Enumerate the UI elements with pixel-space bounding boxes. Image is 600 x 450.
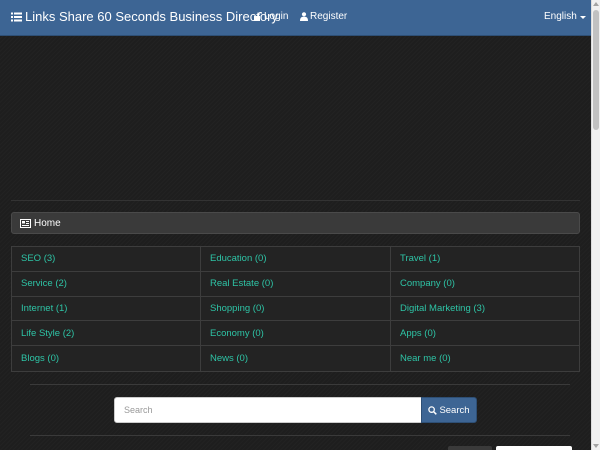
category-grid: SEO (3) Education (0) Travel (1) Service… xyxy=(11,246,580,372)
language-label: English xyxy=(544,11,577,22)
category-link-apps[interactable]: Apps (0) xyxy=(391,321,579,347)
category-link-service[interactable]: Service (2) xyxy=(12,271,201,297)
search-button-label: Search xyxy=(439,404,470,416)
category-link-company[interactable]: Company (0) xyxy=(391,272,579,297)
category-link-blogs[interactable]: Blogs (0) xyxy=(12,346,201,371)
category-link-education[interactable]: Education (0) xyxy=(201,247,391,272)
search-button[interactable]: Search xyxy=(421,397,477,423)
lock-icon xyxy=(254,12,264,21)
login-link[interactable]: Login xyxy=(254,11,288,22)
scroll-down-arrow-icon[interactable] xyxy=(593,444,599,448)
search-icon xyxy=(428,405,439,415)
partial-input[interactable] xyxy=(496,446,572,450)
search-input[interactable] xyxy=(114,397,422,423)
category-link-real-estate[interactable]: Real Estate (0) xyxy=(201,271,391,297)
category-link-news[interactable]: News (0) xyxy=(201,346,391,371)
category-link-internet[interactable]: Internet (1) xyxy=(12,296,201,322)
category-link-digital-marketing[interactable]: Digital Marketing (3) xyxy=(391,297,579,322)
category-link-near-me[interactable]: Near me (0) xyxy=(391,346,579,371)
scrollbar[interactable] xyxy=(591,0,600,450)
brand-link[interactable]: Links Share 60 Seconds Business Director… xyxy=(11,9,278,24)
user-icon xyxy=(300,12,310,21)
breadcrumb-home[interactable]: Home xyxy=(34,218,61,229)
divider xyxy=(30,435,570,436)
caret-down-icon xyxy=(579,15,586,19)
category-link-travel[interactable]: Travel (1) xyxy=(391,247,579,272)
category-link-shopping[interactable]: Shopping (0) xyxy=(201,296,391,322)
register-link[interactable]: Register xyxy=(300,11,347,22)
scrollbar-thumb[interactable] xyxy=(593,10,599,130)
newspaper-icon xyxy=(20,218,34,228)
top-navbar: Links Share 60 Seconds Business Director… xyxy=(0,0,592,36)
scroll-up-arrow-icon[interactable] xyxy=(593,2,599,6)
partial-button[interactable] xyxy=(448,446,492,450)
category-link-seo[interactable]: SEO (3) xyxy=(12,247,201,272)
register-label: Register xyxy=(310,11,348,22)
category-link-economy[interactable]: Economy (0) xyxy=(201,321,391,347)
language-dropdown[interactable]: English xyxy=(544,11,586,22)
login-label: Login xyxy=(264,11,289,22)
divider xyxy=(30,384,570,385)
brand-text: Links Share 60 Seconds Business Director… xyxy=(25,9,278,24)
divider xyxy=(11,200,580,201)
category-link-life-style[interactable]: Life Style (2) xyxy=(12,321,201,347)
breadcrumb: Home xyxy=(11,212,580,234)
list-icon xyxy=(11,12,25,22)
